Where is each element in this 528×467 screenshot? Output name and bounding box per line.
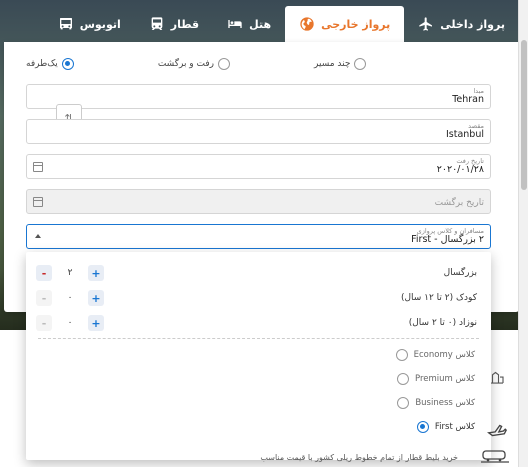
radio-one-way[interactable]: یک‌طرفه	[26, 58, 74, 70]
airplane-icon	[419, 17, 433, 31]
origin-field[interactable]: مبدا Tehran	[26, 84, 491, 109]
infant-stepper: - ۰ +	[36, 315, 104, 331]
passengers-value: ۲ بزرگسال - First	[411, 234, 484, 245]
class-option-first[interactable]: کلاس First	[416, 420, 475, 434]
class-label: کلاس Premium	[414, 374, 475, 384]
radio-button[interactable]	[396, 373, 409, 385]
radio-label: رفت و برگشت	[157, 59, 215, 69]
class-option-business[interactable]: کلاس Business	[397, 396, 475, 410]
radio-button[interactable]	[218, 58, 231, 70]
class-label: کلاس First	[434, 422, 475, 432]
radio-label: یک‌طرفه	[26, 59, 58, 69]
depart-date-field[interactable]: تاریخ رفت ۲۰۲۰/۰۱/۲۸	[26, 154, 491, 179]
calendar-icon	[33, 197, 43, 207]
radio-multi-city[interactable]: چند مسیر	[314, 58, 367, 70]
tab-domestic-flight[interactable]: پرواز داخلی	[404, 6, 519, 42]
tab-label: هتل	[249, 17, 272, 31]
tab-label: اتوبوس	[79, 17, 121, 31]
bus-icon	[59, 18, 72, 30]
map-pin-icon	[491, 371, 504, 384]
adult-label: بزرگسال	[443, 268, 477, 278]
globe-icon	[300, 17, 314, 31]
return-date-field[interactable]: تاریخ برگشت	[26, 189, 491, 214]
adult-count: ۲	[67, 268, 73, 278]
infant-label: نوزاد (۰ تا ۲ سال)	[408, 318, 477, 328]
service-tabs: پرواز داخلی پرواز خارجی هتل قطار اتوبوس	[59, 6, 519, 42]
tab-international-flight[interactable]: پرواز خارجی	[285, 6, 405, 42]
class-option-premium[interactable]: کلاس Premium	[396, 372, 475, 386]
decrement-button[interactable]: -	[36, 315, 52, 331]
chevron-up-icon	[35, 234, 41, 238]
trip-type-group: یک‌طرفه رفت و برگشت چند مسیر	[26, 58, 510, 70]
tab-bus[interactable]: اتوبوس	[44, 6, 135, 42]
increment-button[interactable]: +	[88, 265, 104, 281]
radio-button[interactable]	[397, 397, 410, 409]
decrement-button[interactable]: -	[36, 265, 52, 281]
class-label: کلاس Economy	[413, 350, 475, 360]
child-stepper: - ۰ +	[36, 290, 104, 306]
passenger-row-adult: - ۲ + بزرگسال	[36, 264, 477, 282]
radio-button[interactable]	[395, 349, 408, 361]
passengers-dropdown: - ۲ + بزرگسال - ۰ + کودک (۲ تا ۱۲ سال) -…	[26, 252, 491, 460]
tab-label: قطار	[170, 17, 200, 31]
infant-count: ۰	[67, 318, 73, 328]
origin-value: Tehran	[452, 94, 484, 105]
promo-text: خرید بلیط قطار از تمام خطوط ریلی کشور با…	[260, 453, 458, 462]
calendar-icon	[33, 162, 43, 172]
passenger-row-child: - ۰ + کودک (۲ تا ۱۲ سال)	[36, 289, 477, 307]
passengers-field[interactable]: مسافران و کلاس پروازی ۲ بزرگسال - First	[26, 224, 491, 249]
return-date-placeholder: تاریخ برگشت	[434, 198, 484, 208]
tab-label: پرواز خارجی	[321, 17, 391, 31]
child-label: کودک (۲ تا ۱۲ سال)	[400, 293, 477, 303]
radio-round-trip[interactable]: رفت و برگشت	[157, 58, 231, 70]
tab-label: پرواز داخلی	[440, 17, 505, 31]
train-icon	[151, 17, 163, 30]
radio-label: چند مسیر	[314, 59, 351, 69]
depart-date-value: ۲۰۲۰/۰۱/۲۸	[436, 164, 484, 175]
adult-stepper: - ۲ +	[36, 265, 104, 281]
train-icon	[481, 450, 509, 463]
radio-button-checked[interactable]	[416, 421, 429, 433]
tab-train[interactable]: قطار	[135, 6, 213, 42]
destination-field[interactable]: مقصد Istanbul	[26, 119, 491, 144]
tab-hotel[interactable]: هتل	[213, 6, 285, 42]
divider	[38, 338, 479, 339]
page-scrollbar[interactable]	[518, 0, 528, 467]
class-label: کلاس Business	[415, 398, 475, 408]
increment-button[interactable]: +	[88, 315, 104, 331]
scrollbar-thumb[interactable]	[521, 40, 527, 190]
class-option-economy[interactable]: کلاس Economy	[395, 348, 475, 362]
decrement-button[interactable]: -	[36, 290, 52, 306]
bed-icon	[228, 20, 242, 28]
airplane-icon	[487, 424, 508, 437]
child-count: ۰	[67, 293, 73, 303]
passenger-row-infant: - ۰ + نوزاد (۰ تا ۲ سال)	[36, 314, 477, 332]
destination-value: Istanbul	[445, 129, 484, 140]
radio-button-checked[interactable]	[61, 58, 74, 70]
increment-button[interactable]: +	[88, 290, 104, 306]
radio-button[interactable]	[354, 58, 367, 70]
